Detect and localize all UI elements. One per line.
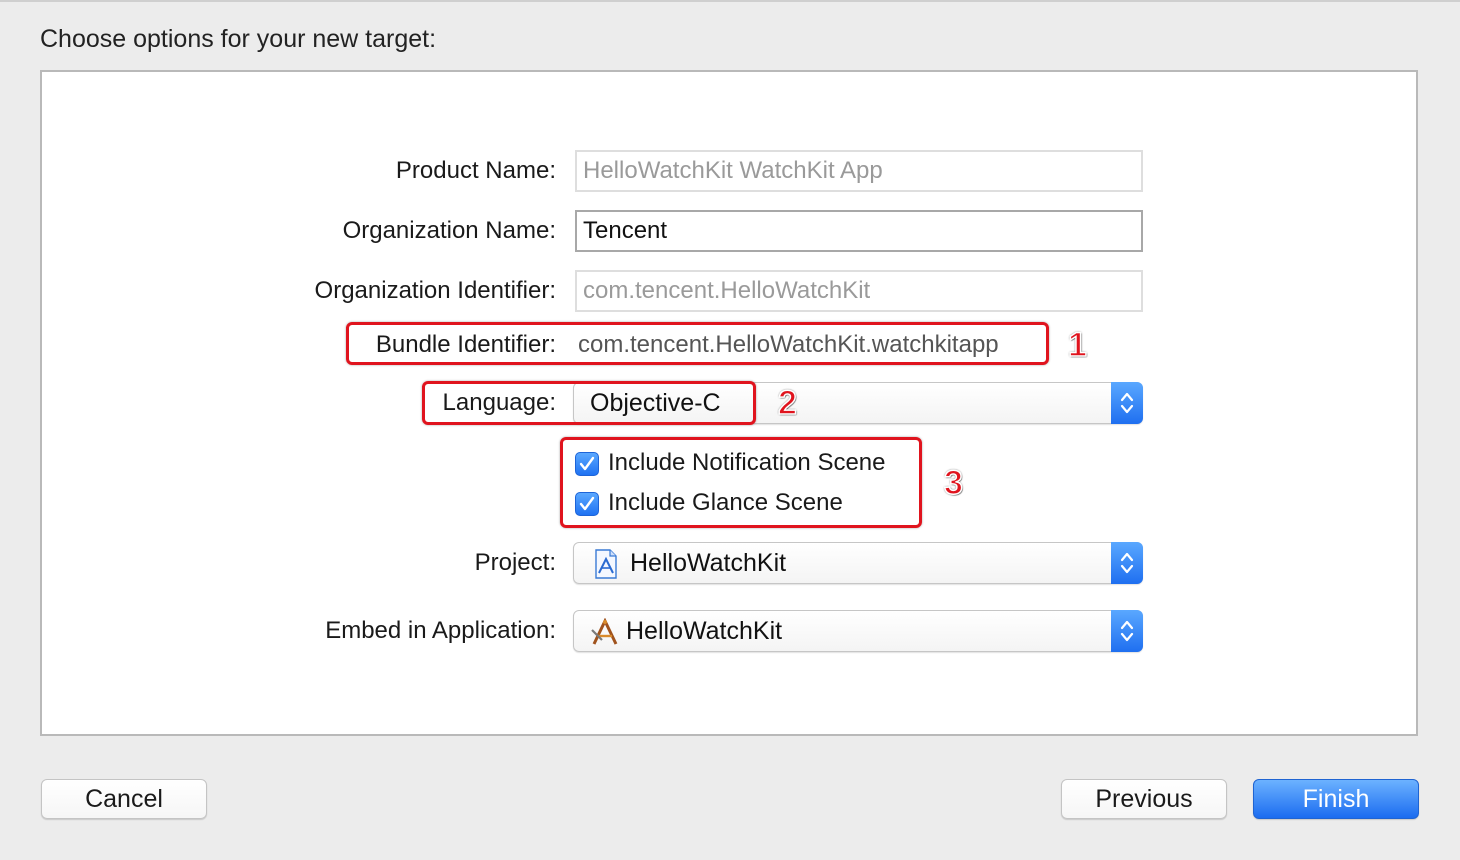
finish-button[interactable]: Finish xyxy=(1253,779,1419,819)
organization-name-field[interactable]: Tencent xyxy=(575,210,1143,252)
project-popup[interactable]: HelloWatchKit xyxy=(573,542,1143,584)
language-stepper[interactable] xyxy=(1111,382,1143,424)
project-stepper[interactable] xyxy=(1111,542,1143,584)
annotation-box-2 xyxy=(422,381,756,425)
chevron-up-down-icon xyxy=(1120,620,1134,642)
organization-name-label: Organization Name: xyxy=(342,217,556,244)
cancel-button[interactable]: Cancel xyxy=(41,779,207,819)
embed-in-application-value: HelloWatchKit xyxy=(626,617,783,645)
app-icon xyxy=(591,618,618,645)
chevron-up-down-icon xyxy=(1120,392,1134,414)
annotation-number-3: 3 xyxy=(943,464,963,502)
xcode-project-icon xyxy=(595,549,617,579)
organization-identifier-label: Organization Identifier: xyxy=(314,277,556,304)
chevron-up-down-icon xyxy=(1120,552,1134,574)
product-name-field: HelloWatchKit WatchKit App xyxy=(575,150,1143,192)
previous-button[interactable]: Previous xyxy=(1061,779,1227,819)
embed-in-application-stepper[interactable] xyxy=(1111,610,1143,652)
project-label: Project: xyxy=(474,549,556,576)
dialog-heading: Choose options for your new target: xyxy=(40,25,437,53)
project-value: HelloWatchKit xyxy=(630,549,787,577)
window-top-border xyxy=(0,0,1460,2)
annotation-number-2: 2 xyxy=(777,384,797,422)
organization-identifier-field: com.tencent.HelloWatchKit xyxy=(575,270,1143,312)
annotation-box-1 xyxy=(346,322,1049,365)
annotation-box-3 xyxy=(560,437,922,528)
product-name-label: Product Name: xyxy=(395,157,556,184)
embed-in-application-label: Embed in Application: xyxy=(325,617,556,644)
annotation-number-1: 1 xyxy=(1067,326,1087,364)
embed-in-application-popup[interactable]: HelloWatchKit xyxy=(573,610,1143,652)
